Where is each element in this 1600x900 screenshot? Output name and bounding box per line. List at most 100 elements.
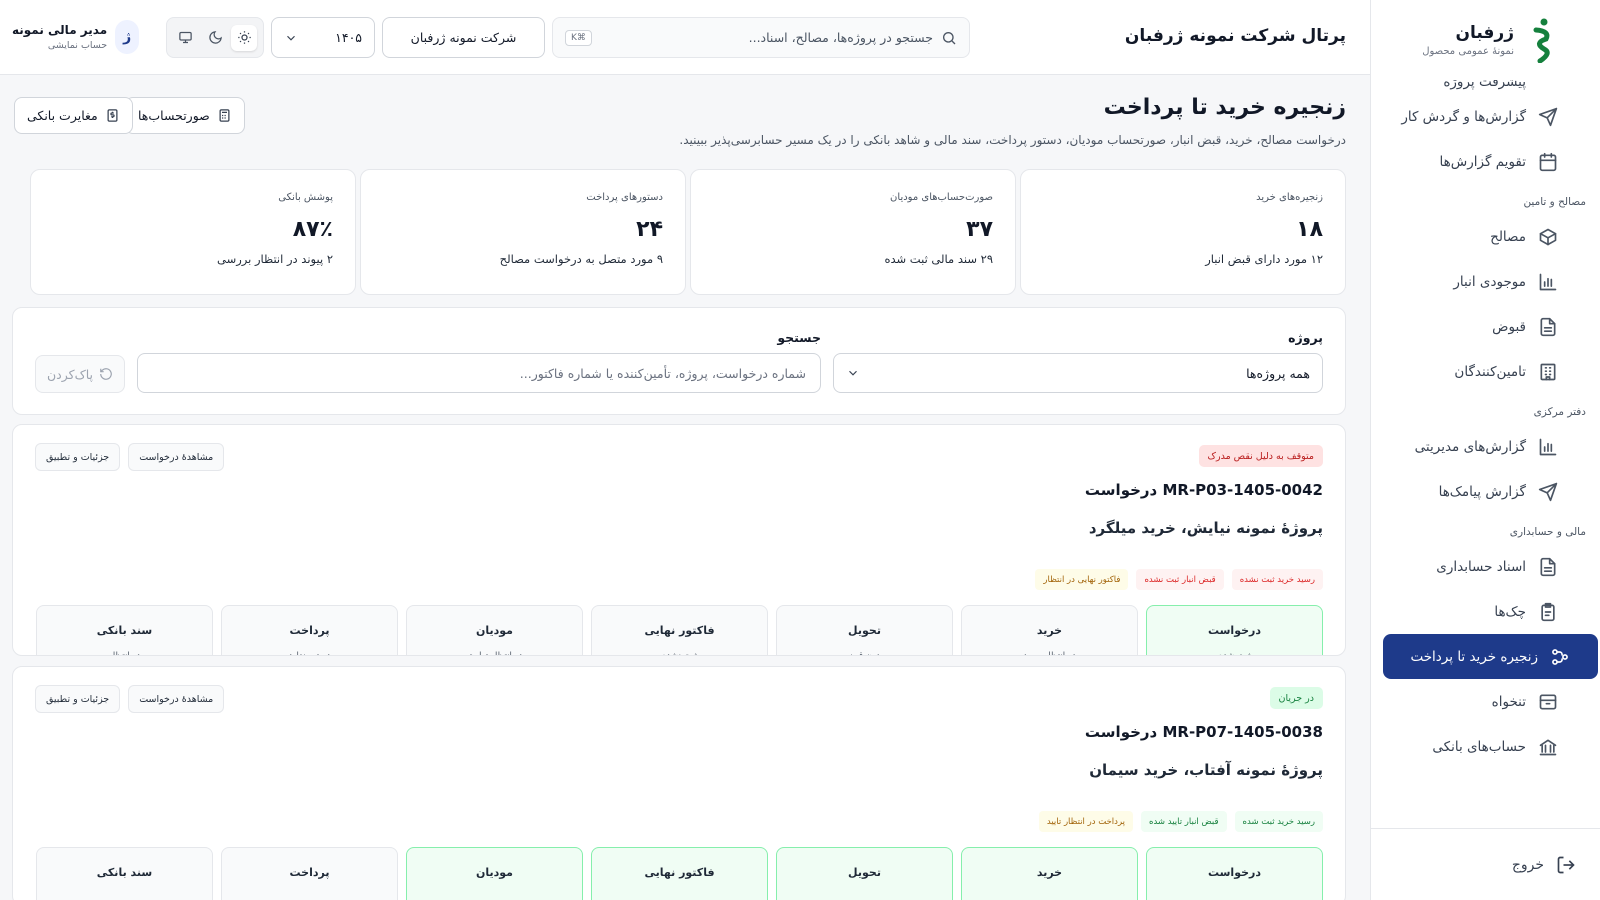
doc-status-tag: قبض انبار تایید شده xyxy=(1141,811,1227,832)
sidebar-item-project-progress[interactable]: پیشرفت پروژه xyxy=(1371,80,1600,94)
view-request-button[interactable]: مشاهدهٔ درخواست xyxy=(128,443,225,471)
bank-reconcile-button[interactable]: مغایرت بانکی xyxy=(14,97,133,134)
request-id: درخواست MR-P03-1405-0042 xyxy=(1084,481,1323,499)
workflow-icon xyxy=(1552,648,1568,665)
step-status: دستور ندارد xyxy=(288,651,331,656)
stat-value: ۱۸ xyxy=(1296,217,1323,242)
step-name: تحویل xyxy=(848,624,881,637)
sidebar-item-label: تامین‌کنندگان xyxy=(1454,363,1526,380)
main-content: زنجیره خرید تا پرداخت درخواست مصالح، خری… xyxy=(0,75,1370,900)
filter-panel: پروژه جستجو همه پروژه‌ها شماره درخواست، … xyxy=(12,307,1346,415)
stat-label: صورت‌حساب‌های مودیان xyxy=(890,192,993,203)
portal-title: پرتال شرکت نمونه ژرفبان xyxy=(1124,26,1346,46)
sidebar-item[interactable]: مصالح xyxy=(1371,214,1600,259)
reset-filters-button[interactable]: پاک‌کردن xyxy=(35,355,125,393)
sidebar-item[interactable]: موجودی انبار xyxy=(1371,259,1600,304)
chain-step[interactable]: پرداخت xyxy=(221,847,398,900)
search-placeholder: جستجو در پروژه‌ها، مصالح، اسناد... xyxy=(748,30,933,45)
status-badge: متوقف به دلیل نقص مدرک xyxy=(1198,445,1323,467)
system-theme-button[interactable] xyxy=(173,25,199,51)
chain-step[interactable]: مودیان در انتظار تطبیق xyxy=(406,605,583,655)
request-project: پروژهٔ نمونه نیایش، خرید میلگرد xyxy=(1088,519,1323,537)
chain-step[interactable]: درخواست ثبت شده xyxy=(1146,605,1323,655)
search-shortcut: K⌘ xyxy=(565,29,592,46)
bank-icon xyxy=(1539,739,1557,755)
filter-search-input[interactable]: شماره درخواست، پروژه، تأمین‌کننده یا شما… xyxy=(137,353,821,393)
global-search-input[interactable]: جستجو در پروژه‌ها، مصالح، اسناد... K⌘ xyxy=(552,17,970,58)
fiscal-year-select[interactable]: ۱۴۰۵ xyxy=(271,17,375,58)
dark-theme-button[interactable] xyxy=(202,25,228,51)
box-icon xyxy=(1539,228,1557,245)
chain-step[interactable]: تحویل xyxy=(776,847,953,900)
chain-step[interactable]: فاکتور نهایی ثبت نشده xyxy=(591,605,768,655)
chain-step[interactable]: سند بانکی xyxy=(36,847,213,900)
brand-name: ژرفبان xyxy=(1455,23,1514,43)
page-description: درخواست مصالح، خرید، قبض انبار، صورتحساب… xyxy=(679,133,1346,147)
sidebar-item-label: حساب‌های بانکی xyxy=(1432,738,1526,755)
step-name: سند بانکی xyxy=(96,624,153,637)
top-header: پرتال شرکت نمونه ژرفبان جستجو در پروژه‌ه… xyxy=(0,0,1370,75)
send-icon xyxy=(1538,107,1558,126)
step-status: در انتظار xyxy=(108,651,141,656)
sidebar-item-label: گزارش‌های مدیریتی xyxy=(1414,438,1526,455)
theme-switcher xyxy=(166,17,264,58)
step-name: سند بانکی xyxy=(96,866,153,879)
stat-label: پوشش بانکی xyxy=(278,192,333,203)
stat-value: ۳۷ xyxy=(966,217,993,242)
brand[interactable]: ژرفبان نمونهٔ عمومی محصول xyxy=(1371,0,1600,80)
sidebar-item-label: اسناد حسابداری xyxy=(1436,558,1526,575)
details-reconcile-button[interactable]: جزئیات و تطبیق xyxy=(35,685,121,713)
search-icon xyxy=(943,31,956,44)
sidebar-item[interactable]: تامین‌کنندگان xyxy=(1371,349,1600,394)
building-icon xyxy=(1540,363,1556,380)
chain-step[interactable]: درخواست xyxy=(1146,847,1323,900)
company-selector[interactable]: شرکت نمونه ژرفبان xyxy=(382,17,545,58)
sidebar-item[interactable]: چک‌ها xyxy=(1371,589,1600,634)
details-reconcile-button[interactable]: جزئیات و تطبیق xyxy=(35,443,121,471)
sidebar-item-label: مصالح xyxy=(1490,228,1526,245)
project-select[interactable]: همه پروژه‌ها xyxy=(833,353,1323,393)
stat-label: دستورهای پرداخت xyxy=(586,192,663,203)
archive-icon xyxy=(1539,694,1557,709)
chain-step[interactable]: فاکتور نهایی xyxy=(591,847,768,900)
sidebar-item[interactable]: تنخواه xyxy=(1371,679,1600,724)
chain-step[interactable]: سند بانکی در انتظار xyxy=(36,605,213,656)
step-name: مودیان xyxy=(475,624,513,637)
moon-icon xyxy=(208,31,222,44)
sidebar-item[interactable]: حساب‌های بانکی xyxy=(1371,724,1600,769)
sidebar-item[interactable]: تقویم گزارش‌ها xyxy=(1371,139,1600,184)
project-select-value: همه پروژه‌ها xyxy=(1246,365,1310,381)
sun-icon xyxy=(238,31,251,44)
sidebar-item[interactable]: گزارش‌های مدیریتی xyxy=(1371,424,1600,469)
sidebar-item-label: تنخواه xyxy=(1491,693,1526,710)
chain-step[interactable]: تحویل بدون قبض xyxy=(776,605,953,655)
sidebar-item[interactable]: قبوض xyxy=(1371,304,1600,349)
view-request-button[interactable]: مشاهدهٔ درخواست xyxy=(128,685,225,713)
calendar-icon xyxy=(1539,152,1557,171)
brand-subtitle: نمونهٔ عمومی محصول xyxy=(1422,46,1514,57)
reset-label: پاک‌کردن xyxy=(46,366,94,382)
logout-button[interactable]: خروج xyxy=(1371,828,1600,900)
sidebar-item[interactable]: گزارش پیامک‌ها xyxy=(1371,469,1600,514)
stat-card: صورت‌حساب‌های مودیان ۳۷ ۲۹ سند مالی ثبت شد… xyxy=(690,169,1016,295)
chain-step[interactable]: خرید در انتظار رسید xyxy=(961,605,1138,655)
chain-step[interactable]: خرید xyxy=(961,847,1138,900)
light-theme-button[interactable] xyxy=(231,24,258,51)
sidebar-item-label: قبوض xyxy=(1492,318,1526,335)
step-name: پرداخت xyxy=(289,866,330,879)
chain-step[interactable]: پرداخت دستور ندارد xyxy=(221,605,398,656)
sidebar-item-label: گزارش پیامک‌ها xyxy=(1438,483,1526,500)
chain-step[interactable]: مودیان xyxy=(406,847,583,900)
invoices-button[interactable]: صورتحساب‌ها xyxy=(125,97,245,134)
doc-status-tag: قبض انبار ثبت نشده xyxy=(1136,569,1224,590)
sidebar-nav[interactable]: پیشرفت پروژه گزارش‌ها و گردش کار تقویم گز… xyxy=(1371,80,1600,810)
sidebar-item[interactable]: زنجیره خرید تا پرداخت xyxy=(1383,634,1598,679)
user-menu[interactable]: ژ مدیر مالی نمونه حساب نمایشی xyxy=(12,20,140,54)
stat-subtext: ۲ پیوند در انتظار بررسی xyxy=(216,252,333,266)
clipboard-icon xyxy=(1541,602,1555,621)
sidebar-item[interactable]: اسناد حسابداری xyxy=(1371,544,1600,589)
user-name: مدیر مالی نمونه xyxy=(12,23,108,37)
sidebar-item[interactable]: گزارش‌ها و گردش کار xyxy=(1371,94,1600,139)
user-role: حساب نمایشی xyxy=(47,40,108,51)
sidebar-item-label: موجودی انبار xyxy=(1453,273,1526,290)
